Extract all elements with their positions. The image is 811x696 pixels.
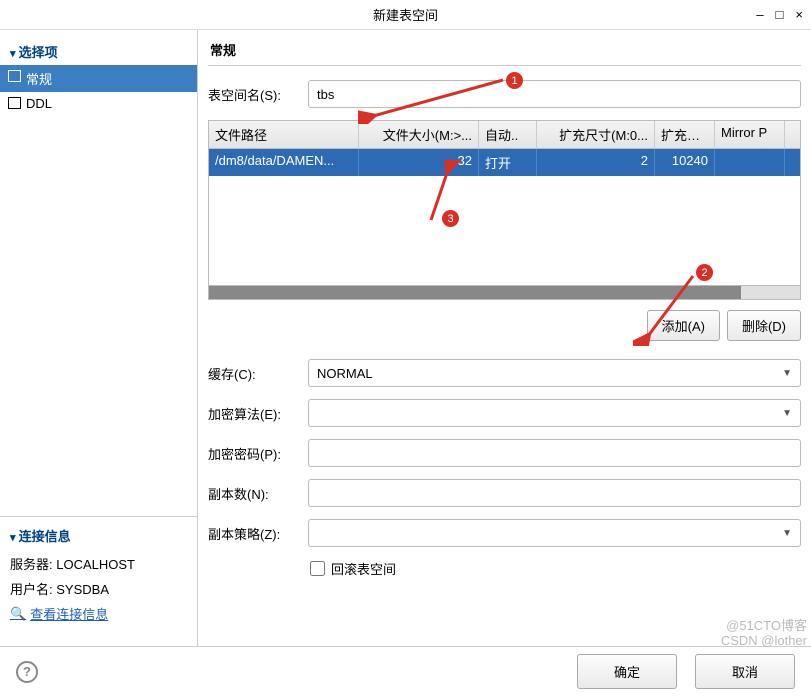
sidebar: 选择项 常规 DDL 连接信息 服务器: LOCALHOST 用户名: SYSD… — [0, 30, 198, 646]
cancel-button[interactable]: 取消 — [695, 654, 795, 689]
rollback-checkbox[interactable] — [310, 561, 325, 576]
policy-label: 副本策略(Z): — [208, 524, 308, 543]
page-icon — [8, 70, 21, 82]
sidebar-item-label: 常规 — [26, 72, 52, 87]
window-title: 新建表空间 — [373, 5, 438, 24]
server-value: LOCALHOST — [56, 557, 135, 572]
cell-extsize: 2 — [537, 149, 655, 176]
maximize-button[interactable]: □ — [776, 7, 784, 22]
enc-algo-select[interactable]: ▼ — [308, 399, 801, 427]
close-button[interactable]: × — [795, 7, 803, 22]
col-extlimit[interactable]: 扩充上... — [655, 121, 715, 148]
copies-label: 副本数(N): — [208, 484, 308, 503]
col-filesize[interactable]: 文件大小(M:>... — [359, 121, 479, 148]
sidebar-item-general[interactable]: 常规 — [0, 65, 197, 92]
footer: ? 确定 取消 — [0, 646, 811, 696]
rollback-label: 回滚表空间 — [331, 559, 396, 578]
table-header-row: 文件路径 文件大小(M:>... 自动.. 扩充尺寸(M:0... 扩充上...… — [209, 121, 800, 149]
divider — [208, 65, 801, 66]
tablespace-name-label: 表空间名(S): — [208, 85, 308, 104]
cell-extlimit: 10240 — [655, 149, 715, 176]
panel-title: 常规 — [208, 38, 801, 65]
help-button[interactable]: ? — [16, 661, 38, 683]
copies-input[interactable] — [308, 479, 801, 507]
connection-info: 连接信息 服务器: LOCALHOST 用户名: SYSDBA 🔍查看连接信息 — [0, 516, 197, 640]
table-row[interactable]: /dm8/data/DAMEN... 32 打开 2 10240 — [209, 149, 800, 176]
magnifier-icon: 🔍 — [10, 606, 26, 622]
cache-select[interactable]: NORMAL▼ — [308, 359, 801, 387]
chevron-down-icon: ▼ — [782, 408, 792, 419]
main-panel: 常规 表空间名(S): 文件路径 文件大小(M:>... 自动.. 扩充尺寸(M… — [198, 30, 811, 646]
delete-button[interactable]: 删除(D) — [727, 310, 801, 341]
sidebar-header[interactable]: 选择项 — [0, 36, 197, 65]
view-connection-link[interactable]: 🔍查看连接信息 — [10, 604, 108, 623]
titlebar: 新建表空间 – □ × — [0, 0, 811, 30]
connection-header[interactable]: 连接信息 — [10, 523, 187, 551]
user-value: SYSDBA — [56, 582, 109, 597]
watermark: @51CTO博客 CSDN @lother — [721, 619, 807, 648]
cell-auto: 打开 — [479, 149, 537, 176]
chevron-down-icon: ▼ — [782, 368, 792, 379]
enc-pwd-label: 加密密码(P): — [208, 444, 308, 463]
sidebar-item-label: DDL — [26, 96, 52, 111]
annotation-arrow-3 — [413, 160, 463, 230]
col-auto[interactable]: 自动.. — [479, 121, 537, 148]
cache-label: 缓存(C): — [208, 364, 308, 383]
enc-pwd-input[interactable] — [308, 439, 801, 467]
chevron-down-icon: ▼ — [782, 528, 792, 539]
sidebar-item-ddl[interactable]: DDL — [0, 92, 197, 115]
server-label: 服务器: — [10, 557, 53, 572]
user-label: 用户名: — [10, 582, 53, 597]
cell-path: /dm8/data/DAMEN... — [209, 149, 359, 176]
enc-algo-label: 加密算法(E): — [208, 404, 308, 423]
col-filepath[interactable]: 文件路径 — [209, 121, 359, 148]
cell-mirror — [715, 149, 785, 176]
annotation-arrow-2 — [633, 266, 713, 346]
col-mirror[interactable]: Mirror P — [715, 121, 785, 148]
annotation-arrow-1 — [358, 74, 518, 124]
policy-select[interactable]: ▼ — [308, 519, 801, 547]
page-icon — [8, 97, 21, 109]
minimize-button[interactable]: – — [756, 7, 763, 22]
ok-button[interactable]: 确定 — [577, 654, 677, 689]
col-extsize[interactable]: 扩充尺寸(M:0... — [537, 121, 655, 148]
